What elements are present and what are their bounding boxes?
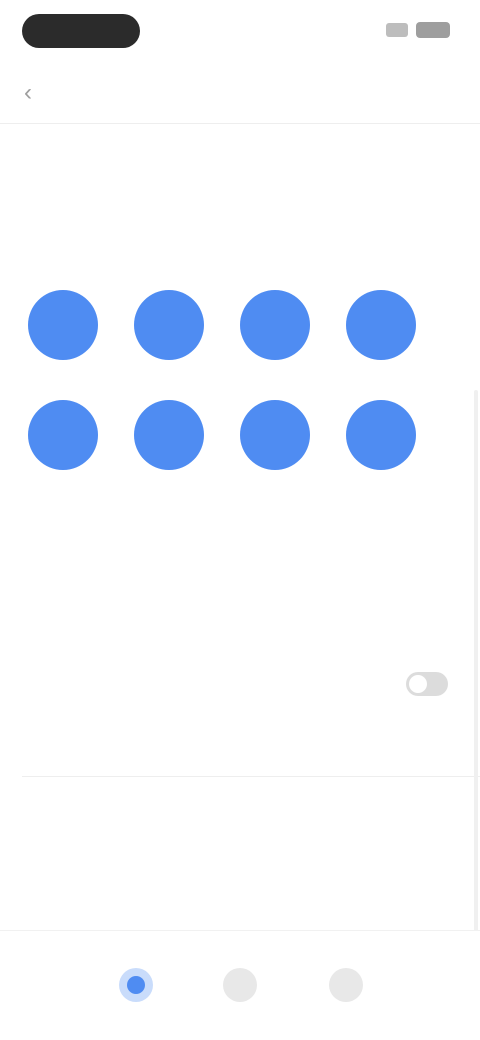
toggle-knob: [409, 675, 427, 693]
status-bar: [0, 0, 480, 64]
entitlement-toggle[interactable]: [406, 672, 448, 696]
action-button-6[interactable]: [134, 400, 204, 480]
scrollbar[interactable]: [474, 390, 478, 1010]
action-icon: [240, 290, 310, 360]
action-button-7[interactable]: [240, 400, 310, 480]
action-icon: [28, 400, 98, 470]
nav-list[interactable]: [210, 955, 270, 1015]
detail-row-2[interactable]: [22, 892, 458, 922]
profile-icon: [329, 968, 363, 1002]
divider: [22, 776, 480, 777]
list-icon: [223, 968, 257, 1002]
action-button-5[interactable]: [28, 400, 98, 480]
action-icon: [28, 290, 98, 360]
top-app-bar: ‹: [0, 64, 480, 124]
action-icon: [346, 400, 416, 470]
entitlements-card: [22, 666, 458, 696]
actions-row-1: [0, 290, 480, 370]
signal-icon: [386, 23, 408, 37]
nav-profile[interactable]: [316, 955, 376, 1015]
bottom-nav: [0, 930, 480, 1040]
status-indicators: [386, 22, 450, 38]
action-button-3[interactable]: [240, 290, 310, 370]
action-icon: [134, 400, 204, 470]
dynamic-island: [22, 14, 140, 48]
action-button-4[interactable]: [346, 290, 416, 370]
action-button-8[interactable]: [346, 400, 416, 480]
actions-row-2: [0, 400, 480, 480]
action-button-1[interactable]: [28, 290, 98, 370]
home-icon-glyph: [127, 976, 145, 994]
detail-row-1: [22, 848, 458, 878]
balance-row: [22, 150, 458, 194]
actions-grid: [0, 290, 480, 510]
nav-home[interactable]: [106, 955, 166, 1015]
battery-icon: [416, 22, 450, 38]
action-icon: [346, 290, 416, 360]
action-icon: [134, 290, 204, 360]
action-button-2[interactable]: [134, 290, 204, 370]
chevron-left-icon[interactable]: ‹: [24, 80, 64, 106]
action-icon: [240, 400, 310, 470]
